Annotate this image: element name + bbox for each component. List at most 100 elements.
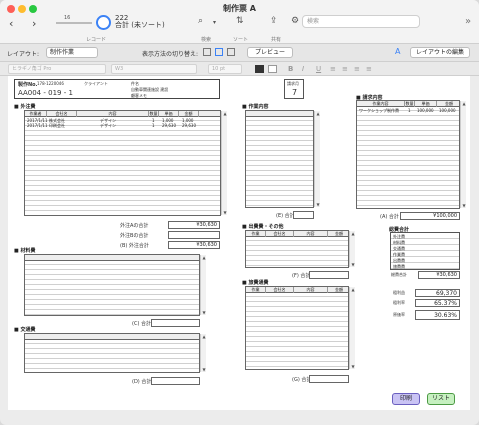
layout-bar: レイアウト: 制作作業 表示方法の切り替え: プレビュー A レイアウトの編集: [0, 44, 479, 62]
search-menu-chevron-icon[interactable]: ▾: [213, 19, 216, 26]
text-color-icon[interactable]: [255, 65, 264, 73]
travel-scrollbar[interactable]: ▲ ▼: [349, 287, 355, 369]
scroll-up-icon[interactable]: ▲: [350, 231, 356, 236]
billing-header: 作業内容 数量 単価 金額: [357, 101, 459, 107]
header-info-box: 製作No. 178-1220046 AA004 - 019 - 1 クライアント…: [14, 79, 220, 99]
table-view-icon[interactable]: [227, 48, 235, 56]
font-size-field[interactable]: 10 pt: [208, 64, 242, 74]
format-bar: ヒラギノ角ゴ Pro W3 10 pt B I U ≡ ≡ ≡ ≡: [0, 62, 479, 76]
materials-total-value: [151, 319, 200, 327]
form-view-icon[interactable]: [203, 48, 211, 56]
transport-header: [25, 334, 199, 340]
scroll-up-icon[interactable]: ▲: [350, 287, 356, 292]
travel-table: 作業 会社名 内容 金額 ▲ ▼: [245, 286, 355, 370]
scroll-up-icon[interactable]: ▲: [201, 334, 207, 339]
transport-scrollbar[interactable]: ▲ ▼: [200, 334, 206, 372]
outsourcing-a-value: ¥30,630: [168, 221, 220, 229]
billing-month-box: 請求月 7: [284, 79, 304, 99]
search-icon[interactable]: ⌕: [198, 16, 203, 26]
scroll-down-icon[interactable]: ▼: [350, 364, 356, 369]
misc-scrollbar[interactable]: ▲ ▼: [349, 231, 355, 267]
profit-rate-value: 65.37%: [415, 299, 460, 307]
align-center-icon[interactable]: ≡: [342, 65, 348, 73]
billing-row1-qty[interactable]: 1: [408, 108, 411, 113]
row2-worker[interactable]: 2017/1/11: [27, 123, 48, 128]
transport-total-label: (D) 合計: [132, 379, 152, 385]
preview-button[interactable]: プレビュー: [247, 47, 293, 58]
profit-label: 粗利益: [393, 290, 405, 295]
scroll-down-icon[interactable]: ▼: [222, 210, 228, 215]
materials-header: [25, 255, 199, 261]
font-style-field[interactable]: W3: [111, 64, 197, 74]
outsourcing-header: 作業者 会社名 内容 数量 単価 金額: [25, 111, 220, 117]
travel-col-amount: 金額: [335, 287, 343, 292]
underline-icon[interactable]: U: [316, 65, 321, 73]
col-qty: 数量: [149, 111, 159, 117]
italic-icon[interactable]: I: [302, 65, 304, 73]
window-title: 制作票 A: [223, 4, 256, 13]
travel-col-company: 会社名: [266, 287, 294, 293]
billing-col-qty: 数量: [405, 101, 415, 107]
billing-row1-content[interactable]: ワークショップ制作費: [359, 108, 399, 114]
share-icon[interactable]: ⇪: [270, 16, 278, 26]
bold-icon[interactable]: B: [288, 65, 293, 73]
outsourcing-b-value: [168, 231, 220, 239]
scroll-up-icon[interactable]: ▲: [222, 111, 228, 116]
edit-layout-button[interactable]: レイアウトの編集: [410, 47, 470, 58]
billing-row1-unit[interactable]: 100,000: [417, 108, 434, 113]
scroll-up-icon[interactable]: ▲: [201, 255, 207, 260]
row2-content[interactable]: デザイン: [100, 123, 116, 129]
billing-col-content: 作業内容: [357, 101, 405, 107]
client-label: クライアント: [84, 81, 108, 86]
outsourcing-scrollbar[interactable]: ▲ ▼: [221, 111, 227, 215]
settings-gear-icon[interactable]: ⚙: [291, 16, 299, 26]
quick-search-input[interactable]: 検索: [302, 15, 420, 28]
layout-select[interactable]: 制作作業: [46, 47, 98, 58]
previous-record-icon[interactable]: ‹: [9, 17, 13, 30]
align-right-icon[interactable]: ≡: [354, 65, 360, 73]
misc-col-company: 会社名: [266, 231, 294, 237]
row2-unit[interactable]: 29,630: [162, 123, 176, 128]
scroll-down-icon[interactable]: ▼: [315, 202, 321, 207]
scroll-down-icon[interactable]: ▼: [461, 203, 467, 208]
print-button[interactable]: 印刷: [392, 393, 420, 405]
billing-scrollbar[interactable]: ▲ ▼: [460, 101, 466, 208]
outsourcing-table: 作業者 会社名 内容 数量 単価 金額 2017/1/11 株式会社 デザイン …: [24, 110, 227, 216]
list-view-icon[interactable]: [215, 48, 223, 56]
travel-col-content: 内容: [294, 287, 328, 293]
travel-col-work: 作業: [246, 287, 266, 293]
note-label: 顧客メモ: [131, 93, 147, 98]
outsourcing-b-label: 外注Bの合計: [120, 233, 149, 239]
toolbar-overflow-icon[interactable]: »: [465, 16, 471, 27]
work-content-scrollbar[interactable]: ▲ ▼: [314, 111, 320, 207]
record-slider[interactable]: [56, 22, 92, 24]
travel-title: ■ 旅費通費: [242, 280, 269, 286]
record-slider-value: 16: [64, 15, 71, 21]
misc-header: 作業 会社名 内容 金額: [246, 231, 348, 237]
summary-total-value: ¥30,630: [418, 271, 460, 279]
billing-total-value: ¥100,000: [400, 212, 460, 220]
billing-month-value[interactable]: 7: [292, 88, 297, 97]
row2-company[interactable]: 印刷会社: [49, 123, 65, 129]
production-no-value[interactable]: AA004 - 019 - 1: [18, 89, 73, 97]
fill-color-icon[interactable]: [268, 65, 277, 73]
list-button[interactable]: リスト: [427, 393, 455, 405]
row2-qty[interactable]: 1: [152, 123, 155, 128]
scroll-up-icon[interactable]: ▲: [461, 101, 467, 106]
font-family-field[interactable]: ヒラギノ角ゴ Pro: [8, 64, 106, 74]
scroll-down-icon[interactable]: ▼: [350, 262, 356, 267]
summary-total-label: 総費合計: [391, 272, 407, 277]
misc-col-work: 作業: [246, 231, 266, 237]
billing-row1-amount[interactable]: 100,000: [439, 108, 456, 113]
next-record-icon[interactable]: ›: [32, 17, 36, 30]
align-justify-icon[interactable]: ≡: [366, 65, 372, 73]
row2-amount[interactable]: 29,630: [182, 123, 196, 128]
sort-icon[interactable]: ⇅: [236, 16, 244, 26]
format-painter-icon[interactable]: A: [395, 47, 400, 56]
align-left-icon[interactable]: ≡: [330, 65, 336, 73]
materials-scrollbar[interactable]: ▲ ▼: [200, 255, 206, 315]
scroll-up-icon[interactable]: ▲: [315, 111, 321, 116]
summary-table: 外注費 材料費 交通費 作業費 出費費 旅費費: [390, 232, 460, 270]
scroll-down-icon[interactable]: ▼: [201, 367, 207, 372]
scroll-down-icon[interactable]: ▼: [201, 310, 207, 315]
